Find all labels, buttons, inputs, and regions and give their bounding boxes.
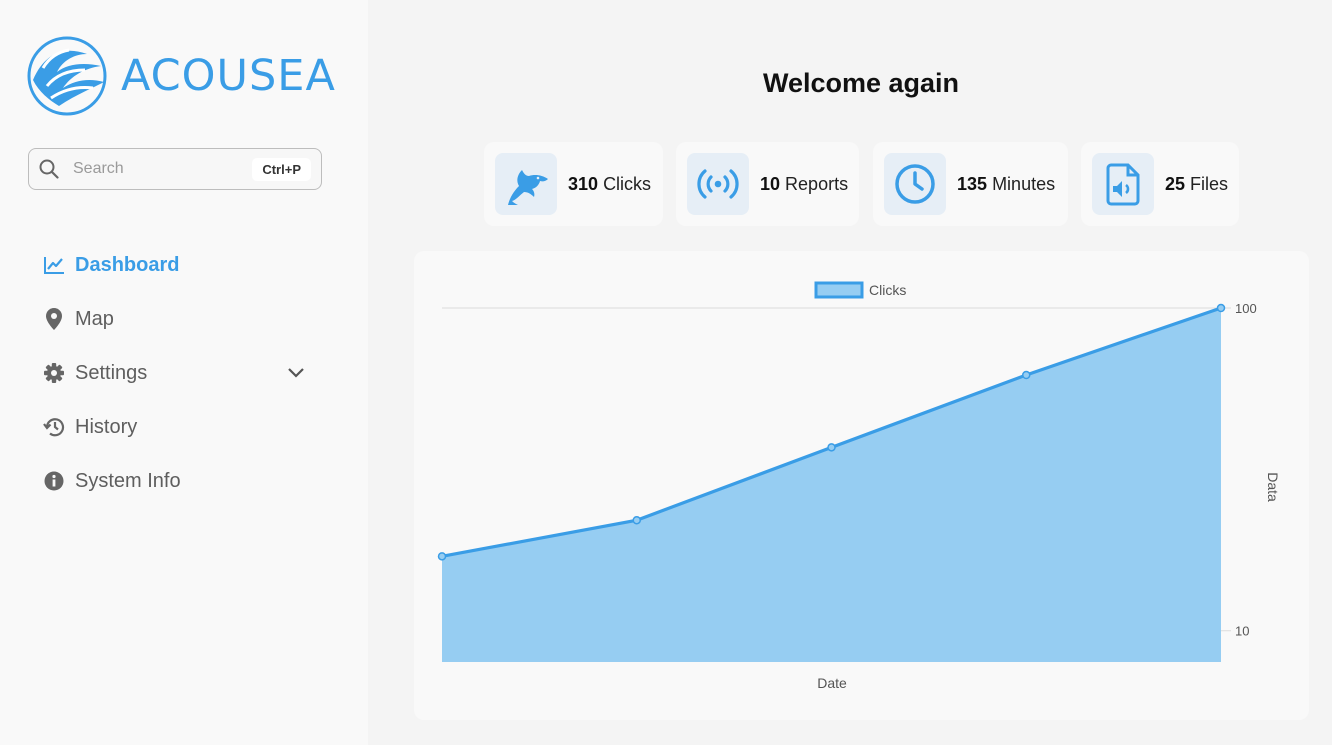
stat-value: 135	[957, 173, 988, 194]
stat-label: Reports	[785, 173, 849, 194]
data-point[interactable]	[437, 552, 447, 561]
app-name: ACOUSEA	[121, 51, 336, 101]
chart-legend[interactable]: Clicks	[814, 281, 906, 299]
legend-swatch	[814, 281, 864, 299]
stat-text: 25 Files	[1165, 174, 1228, 195]
page-title: Welcome again	[762, 68, 960, 98]
map-pin-icon	[43, 308, 65, 330]
gear-icon	[43, 363, 65, 383]
sidebar-nav: Dashboard Map Settings History System In…	[43, 238, 313, 508]
sidebar-item-label: Dashboard	[75, 253, 180, 276]
stat-label: Clicks	[603, 173, 652, 194]
sidebar-item-settings[interactable]: Settings	[43, 346, 313, 400]
stat-card-reports: 10 Reports	[676, 142, 859, 226]
clicks-area	[442, 308, 1221, 662]
sidebar-item-dashboard[interactable]: Dashboard	[43, 238, 313, 292]
audio-file-icon	[1092, 153, 1154, 215]
search-icon	[39, 159, 59, 179]
acousea-logo-icon	[27, 36, 107, 116]
sidebar-item-label: Map	[75, 307, 114, 330]
sidebar-item-label: Settings	[75, 361, 148, 384]
search-input[interactable]	[73, 160, 233, 178]
history-icon	[43, 417, 65, 437]
sidebar-item-system-info[interactable]: System Info	[43, 454, 313, 508]
data-point[interactable]	[1216, 303, 1226, 313]
clicks-chart[interactable]: 10 100 Clicks Date Data	[414, 251, 1309, 720]
sidebar: ACOUSEA Ctrl+P Dashboard Map	[0, 0, 368, 745]
app-logo[interactable]: ACOUSEA	[27, 36, 336, 116]
chart-line-icon	[43, 255, 65, 275]
search-shortcut-badge: Ctrl+P	[252, 157, 311, 181]
search-box[interactable]: Ctrl+P	[28, 148, 322, 190]
stat-text: 310 Clicks	[568, 174, 651, 195]
clock-icon	[884, 153, 946, 215]
stat-label: Files	[1190, 173, 1229, 194]
x-axis-label: Date	[817, 675, 847, 691]
sidebar-item-map[interactable]: Map	[43, 292, 313, 346]
stat-card-files: 25 Files	[1081, 142, 1239, 226]
legend-label: Clicks	[869, 282, 906, 298]
main-content: Welcome again 310 Clicks 10 Reports 135 …	[368, 0, 1332, 745]
stat-card-minutes: 135 Minutes	[873, 142, 1068, 226]
stat-card-clicks: 310 Clicks	[484, 142, 663, 226]
stat-text: 10 Reports	[760, 174, 848, 195]
broadcast-icon	[687, 153, 749, 215]
stat-text: 135 Minutes	[957, 174, 1055, 195]
dolphin-icon	[495, 153, 557, 215]
y-tick-label: 100	[1235, 301, 1257, 316]
sidebar-item-label: History	[75, 415, 138, 438]
sidebar-item-history[interactable]: History	[43, 400, 313, 454]
stat-value: 310	[568, 173, 599, 194]
data-point[interactable]	[1022, 370, 1031, 380]
y-axis-label: Data	[1265, 472, 1281, 502]
y-tick-label: 10	[1235, 624, 1249, 639]
data-point[interactable]	[827, 443, 836, 452]
stat-value: 10	[760, 173, 781, 194]
stat-value: 25	[1165, 173, 1186, 194]
chart-card: 10 100 Clicks Date Data	[414, 251, 1309, 720]
info-icon	[43, 471, 65, 491]
data-point[interactable]	[632, 515, 641, 525]
y-axis-ticks: 10 100	[1235, 301, 1257, 639]
sidebar-item-label: System Info	[75, 469, 181, 492]
stat-label: Minutes	[992, 173, 1056, 194]
chevron-down-icon[interactable]	[287, 367, 305, 379]
